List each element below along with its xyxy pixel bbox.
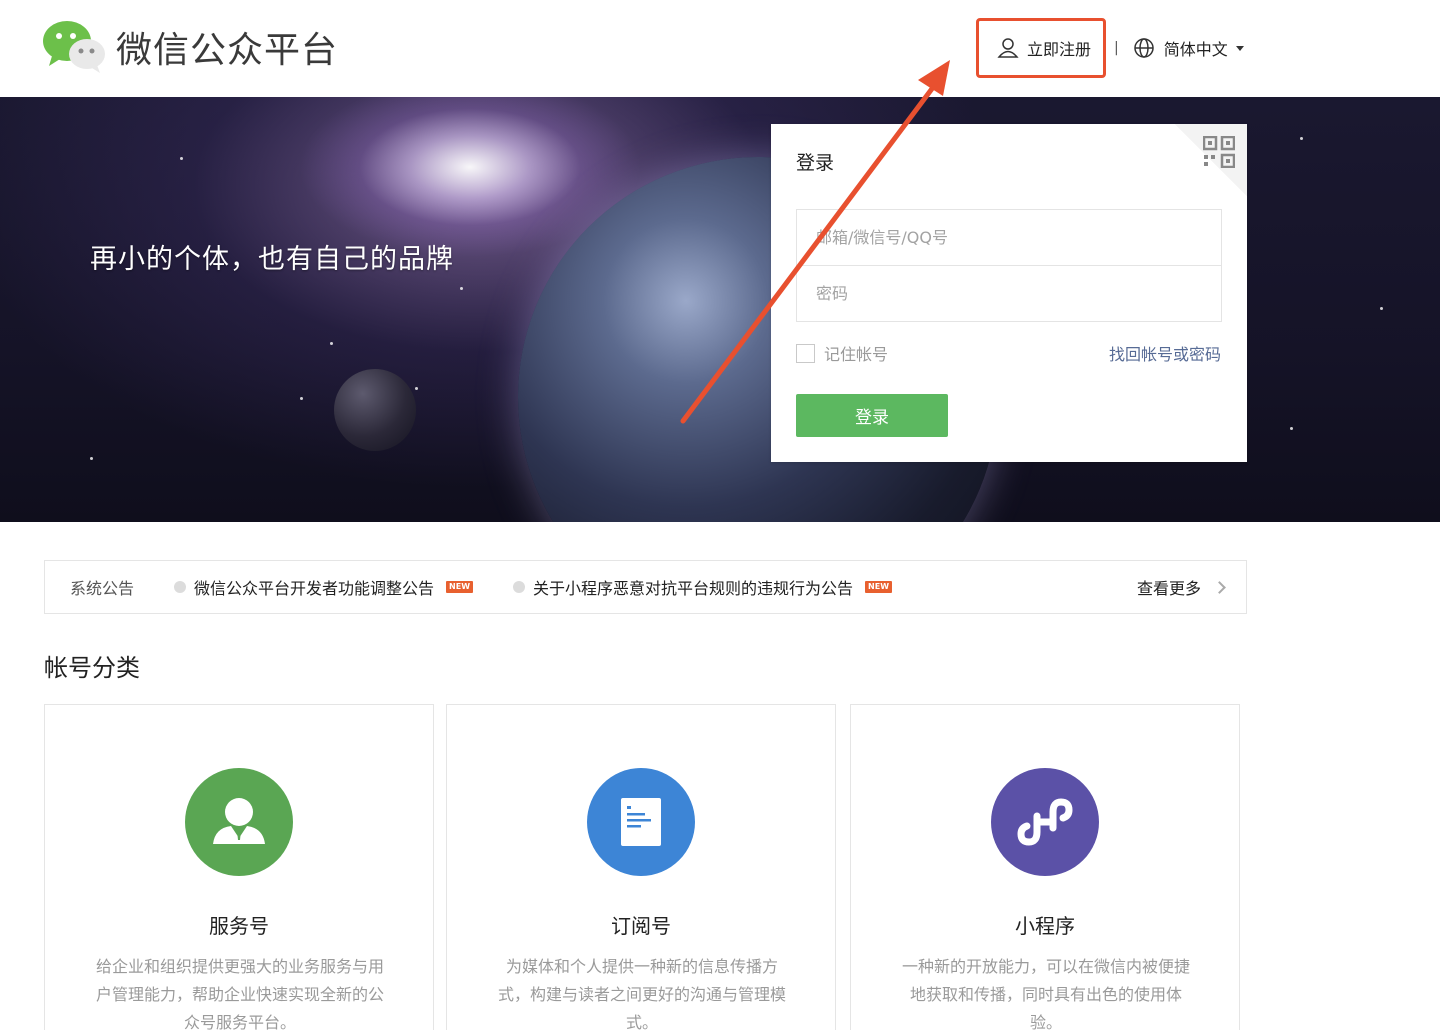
card-name: 小程序 — [1015, 914, 1075, 938]
remember-account[interactable]: 记住帐号 — [796, 341, 888, 365]
password-input[interactable] — [796, 265, 1222, 322]
login-title: 登录 — [796, 152, 835, 174]
page: 微信公众平台 立即注册 | 简体中文 再小的个体，也有自己的品牌 登录 邮箱/微… — [0, 0, 1440, 1030]
register-label: 立即注册 — [1027, 40, 1092, 59]
category-card-subscription[interactable]: 订阅号 为媒体和个人提供一种新的信息传播方式，构建与读者之间更好的沟通与管理模式… — [446, 704, 836, 1030]
chevron-right-icon — [1213, 580, 1226, 594]
login-panel: 登录 记住帐号 找回帐号或密码 登录 — [771, 124, 1247, 462]
bullet-dot-icon — [174, 581, 187, 593]
logo[interactable]: 微信公众平台 — [42, 20, 338, 74]
document-icon — [621, 798, 661, 846]
card-desc: 给企业和组织提供更强大的业务服务与用户管理能力，帮助企业快速实现全新的公众号服务… — [95, 957, 384, 1030]
star-icon — [460, 287, 463, 290]
star-icon — [180, 157, 183, 160]
new-badge: NEW — [446, 581, 474, 593]
star-icon — [300, 397, 303, 400]
card-name: 订阅号 — [611, 914, 671, 938]
user-icon — [997, 38, 1019, 58]
card-desc: 为媒体和个人提供一种新的信息传播方式，构建与读者之间更好的沟通与管理模式。 — [497, 957, 786, 1030]
notice-text: 微信公众平台开发者功能调整公告 — [194, 579, 435, 598]
person-icon — [213, 798, 265, 844]
star-icon — [1290, 427, 1293, 430]
notice-bar: 系统公告 微信公众平台开发者功能调整公告 NEW 关于小程序恶意对抗平台规则的违… — [44, 560, 1247, 614]
moon-illustration — [334, 369, 416, 451]
star-icon — [415, 387, 418, 390]
notice-item[interactable]: 微信公众平台开发者功能调整公告 NEW — [174, 575, 474, 599]
top-nav: 立即注册 | 简体中文 — [976, 18, 1244, 78]
login-button[interactable]: 登录 — [796, 394, 948, 437]
notice-item[interactable]: 关于小程序恶意对抗平台规则的违规行为公告 NEW — [513, 575, 893, 599]
bullet-dot-icon — [513, 581, 526, 593]
view-more-link[interactable]: 查看更多 — [1136, 561, 1226, 613]
service-circle — [185, 768, 293, 876]
forgot-password-link[interactable]: 找回帐号或密码 — [1109, 341, 1221, 365]
category-card-miniprogram[interactable]: 小程序 一种新的开放能力，可以在微信内被便捷地获取和传播，同时具有出色的使用体验… — [850, 704, 1240, 1030]
notice-label: 系统公告 — [70, 579, 135, 598]
category-card-service[interactable]: 服务号 给企业和组织提供更强大的业务服务与用户管理能力，帮助企业快速实现全新的公… — [44, 704, 434, 1030]
card-name: 服务号 — [209, 914, 269, 938]
language-selector[interactable]: 简体中文 — [1133, 36, 1244, 60]
register-link[interactable]: 立即注册 — [976, 18, 1106, 78]
view-more-label: 查看更多 — [1136, 579, 1201, 598]
logo-text: 微信公众平台 — [116, 30, 339, 71]
remember-checkbox[interactable] — [796, 343, 815, 363]
header: 微信公众平台 立即注册 | 简体中文 — [0, 0, 1440, 97]
account-input[interactable] — [796, 209, 1222, 266]
wechat-logo-icon — [43, 21, 105, 73]
star-icon — [1300, 137, 1303, 140]
notice-text: 关于小程序恶意对抗平台规则的违规行为公告 — [533, 579, 854, 598]
miniprogram-circle — [991, 768, 1099, 876]
remember-label: 记住帐号 — [824, 345, 889, 364]
nav-separator: | — [1114, 40, 1119, 56]
globe-icon — [1133, 38, 1154, 58]
star-icon — [330, 342, 333, 345]
card-desc: 一种新的开放能力，可以在微信内被便捷地获取和传播，同时具有出色的使用体验。 — [901, 957, 1190, 1030]
language-label: 简体中文 — [1163, 40, 1228, 59]
qrcode-icon[interactable] — [1203, 136, 1235, 168]
new-badge: NEW — [865, 581, 893, 593]
subscription-circle — [587, 768, 695, 876]
star-icon — [90, 457, 93, 460]
banner-slogan: 再小的个体，也有自己的品牌 — [90, 244, 454, 275]
caret-down-icon — [1235, 45, 1244, 51]
miniprogram-icon — [1017, 798, 1073, 846]
star-icon — [1380, 307, 1383, 310]
section-title: 帐号分类 — [44, 654, 140, 682]
